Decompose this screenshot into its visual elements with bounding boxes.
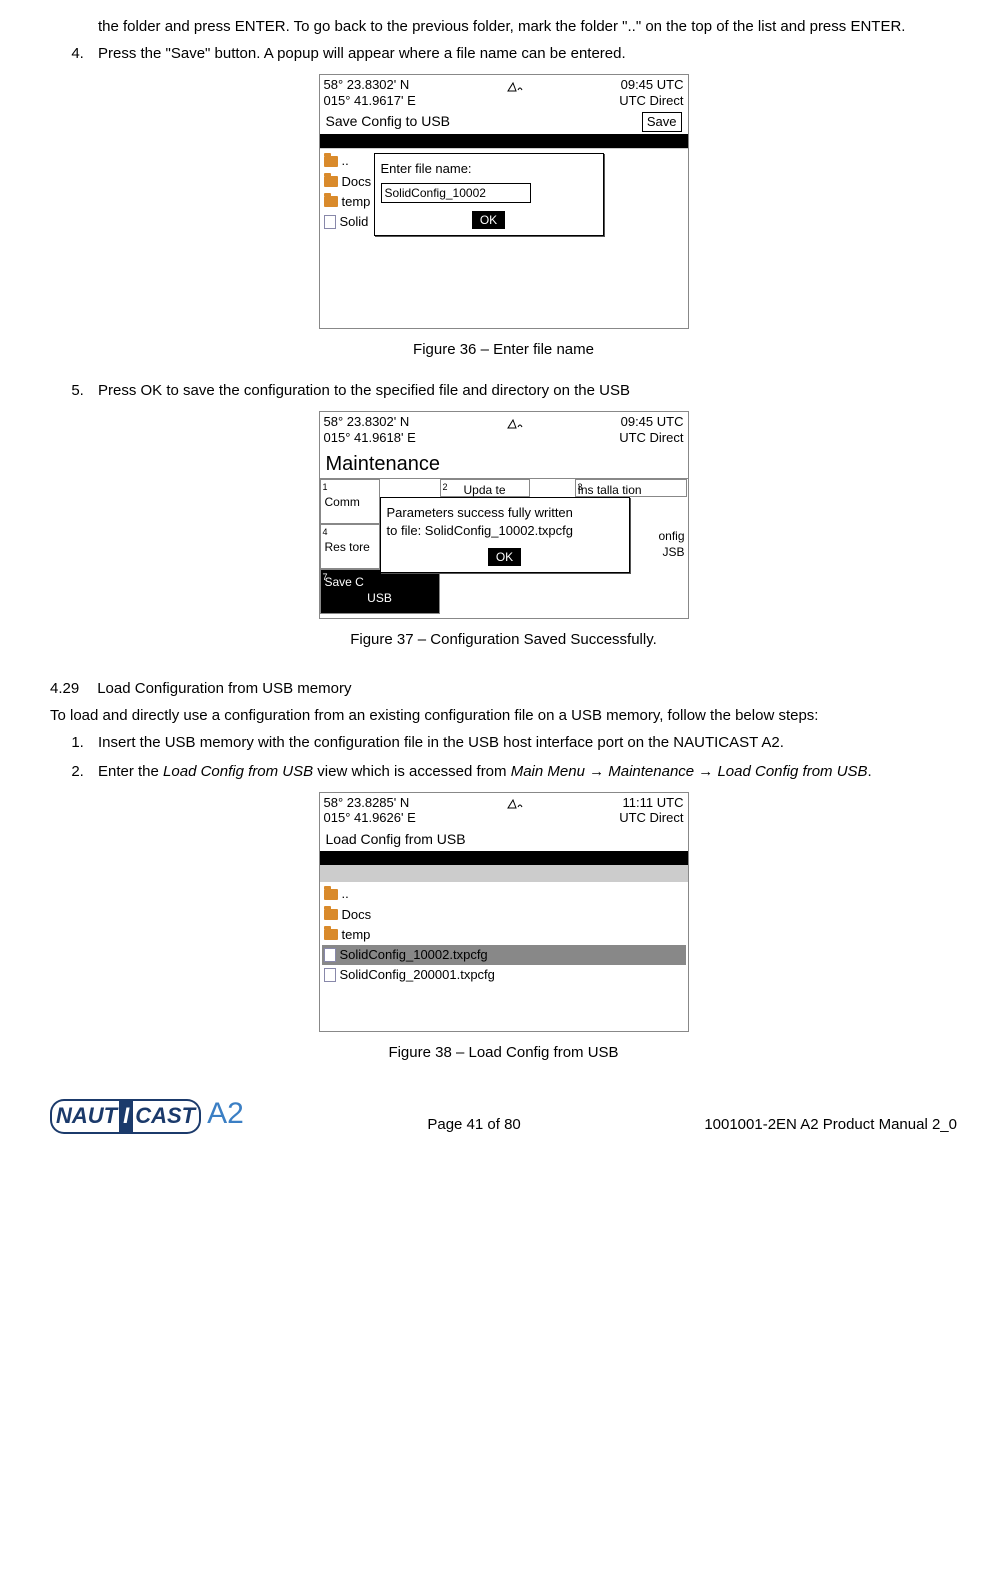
file-icon [324,948,336,962]
coords-line1: 58° 23.8302' N [324,414,416,430]
folder-up-row[interactable]: .. [322,884,686,904]
folder-icon [324,176,338,187]
folder-temp-row[interactable]: temp [322,925,686,945]
step-4: Press the "Save" button. A popup will ap… [88,43,957,64]
folder-icon [324,156,338,167]
page-footer: NAUTICAST A2 Page 41 of 80 1001001-2EN A… [50,1093,957,1135]
section-title: Load Configuration from USB memory [97,678,351,699]
figure-38-caption: Figure 38 – Load Config from USB [50,1042,957,1063]
figure-37-screenshot: 58° 23.8302' N 015° 41.9618' E 09:45 UTC… [319,411,689,618]
figure-37-caption: Figure 37 – Configuration Saved Successf… [50,629,957,650]
boat-icon [506,795,528,826]
time-line2: UTC Direct [619,810,683,826]
coords-line2: 015° 41.9618' E [324,430,416,446]
section-number: 4.29 [50,678,79,699]
figure-38-screenshot: 58° 23.8285' N 015° 41.9626' E 11:11 UTC… [319,792,689,1033]
filename-input[interactable]: SolidConfig_10002 [381,183,531,204]
time-line1: 09:45 UTC [619,414,683,430]
time-line1: 09:45 UTC [619,77,683,93]
menu-cell-4[interactable]: 4 Res tore [320,524,380,569]
section-heading: 4.29 Load Configuration from USB memory [50,678,957,699]
figure-36-screenshot: 58° 23.8302' N 015° 41.9617' E 09:45 UTC… [319,74,689,329]
figure-36-caption: Figure 36 – Enter file name [50,339,957,360]
column-header-bar [320,134,688,148]
time-line1: 11:11 UTC [619,795,683,811]
screen-title: Maintenance [320,448,688,478]
intro-paragraph: the folder and press ENTER. To go back t… [98,16,957,37]
file-icon [324,215,336,229]
file-row-selected[interactable]: SolidConfig_10002.txpcfg [322,945,686,965]
menu-cell-2[interactable]: 2 Upda te [440,479,530,497]
boat-icon [506,77,528,108]
boat-icon [506,414,528,445]
success-popup: Parameters success fully written to file… [380,497,630,573]
folder-icon [324,929,338,940]
load-step-1: Insert the USB memory with the configura… [88,732,957,753]
time-line2: UTC Direct [619,93,683,109]
menu-cell-3[interactable]: 3 Ins talla tion [575,479,687,497]
folder-docs-row[interactable]: Docs [322,905,686,925]
time-line2: UTC Direct [619,430,683,446]
file-row[interactable]: SolidConfig_200001.txpcfg [322,965,686,985]
coords-line1: 58° 23.8285' N [324,795,416,811]
enter-filename-popup: Enter file name: SolidConfig_10002 OK [374,153,604,236]
folder-icon [324,196,338,207]
save-button[interactable]: Save [642,112,682,132]
ok-button[interactable]: OK [472,211,505,229]
spacer-bar [320,865,688,881]
menu-cell-7-selected[interactable]: 7 Save C USB [320,569,440,614]
column-header-bar [320,851,688,865]
popup-text-1: Parameters success fully written [387,504,623,522]
nauticast-logo: NAUTICAST A2 [50,1093,244,1135]
coords-line2: 015° 41.9626' E [324,810,416,826]
folder-icon [324,889,338,900]
ok-button[interactable]: OK [488,548,521,566]
coords-line2: 015° 41.9617' E [324,93,416,109]
folder-icon [324,909,338,920]
screen-title: Load Config from USB [326,830,466,850]
popup-text-2: to file: SolidConfig_10002.txpcfg [387,522,623,540]
menu-cell-1[interactable]: 1 Comm [320,479,380,524]
popup-label: Enter file name: [381,160,597,178]
document-id: 1001001-2EN A2 Product Manual 2_0 [704,1114,957,1135]
page-number: Page 41 of 80 [427,1114,520,1135]
coords-line1: 58° 23.8302' N [324,77,416,93]
screen-title: Save Config to USB [326,112,451,132]
file-icon [324,968,336,982]
step-5: Press OK to save the configuration to th… [88,380,957,401]
load-intro-paragraph: To load and directly use a configuration… [50,705,957,726]
menu-cell-6[interactable]: onfig JSB [630,524,687,569]
load-step-2: Enter the Load Config from USB view whic… [88,761,957,782]
